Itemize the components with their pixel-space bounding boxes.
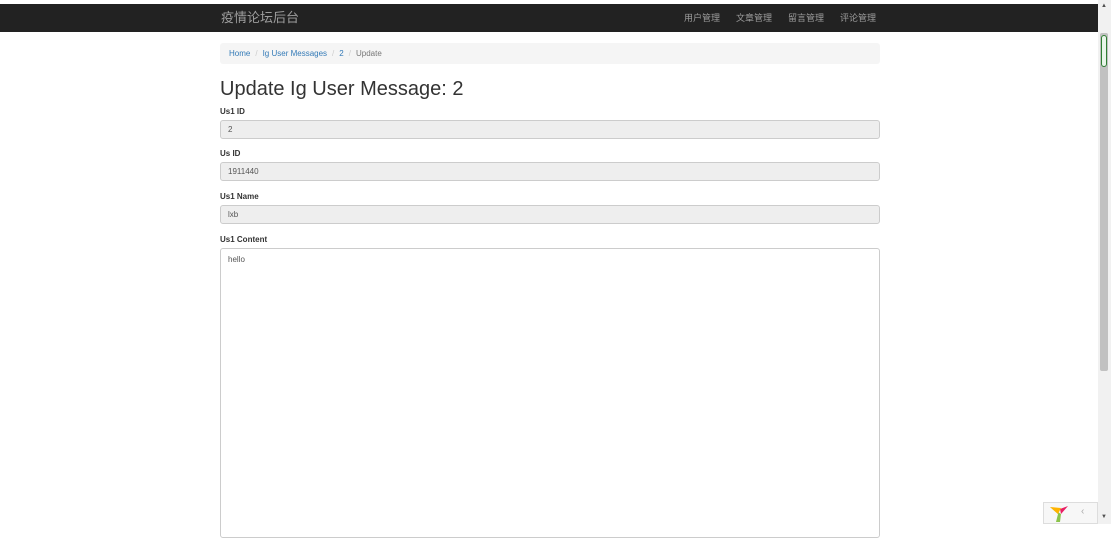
- scroll-up-icon[interactable]: ▲: [1101, 3, 1107, 9]
- breadcrumb: Home / Ig User Messages/2/Update: [220, 43, 880, 64]
- breadcrumb-separator: /: [255, 49, 258, 58]
- nav-message-management[interactable]: 留言管理: [788, 4, 824, 32]
- page-title: Update Ig User Message: 2: [220, 78, 464, 100]
- breadcrumb-separator: /: [348, 49, 351, 58]
- breadcrumb-separator: /: [332, 49, 335, 58]
- us1-name-field[interactable]: lxb: [220, 205, 880, 224]
- debug-toolbar[interactable]: ‹: [1043, 502, 1098, 524]
- nav-user-management[interactable]: 用户管理: [684, 4, 720, 32]
- nav-comment-management[interactable]: 评论管理: [840, 4, 876, 32]
- debug-toggle-icon[interactable]: ‹: [1081, 506, 1084, 517]
- us1-id-label: Us1 ID: [220, 107, 245, 116]
- us1-content-textarea[interactable]: hello: [220, 248, 880, 538]
- brand-title[interactable]: 疫情论坛后台: [221, 4, 299, 32]
- breadcrumb-home[interactable]: Home: [229, 49, 250, 58]
- us1-name-label: Us1 Name: [220, 192, 259, 201]
- vertical-scrollbar[interactable]: ▲ ▼: [1098, 0, 1111, 524]
- scrollbar-thumb[interactable]: [1100, 33, 1108, 371]
- scroll-down-icon[interactable]: ▼: [1101, 514, 1107, 520]
- nav-article-management[interactable]: 文章管理: [736, 4, 772, 32]
- us-id-label: Us ID: [220, 149, 241, 158]
- yii-logo-icon[interactable]: [1049, 505, 1069, 523]
- us1-content-label: Us1 Content: [220, 235, 268, 244]
- breadcrumb-messages[interactable]: Ig User Messages: [263, 49, 327, 58]
- scroll-grip-icon: [1101, 35, 1107, 67]
- breadcrumb-current: Update: [355, 49, 382, 58]
- us-id-field[interactable]: 1911440: [220, 162, 880, 181]
- top-navbar: 疫情论坛后台 用户管理 文章管理 留言管理 评论管理: [0, 4, 1098, 32]
- nav-menu: 用户管理 文章管理 留言管理 评论管理: [668, 4, 876, 32]
- us1-id-field[interactable]: 2: [220, 120, 880, 139]
